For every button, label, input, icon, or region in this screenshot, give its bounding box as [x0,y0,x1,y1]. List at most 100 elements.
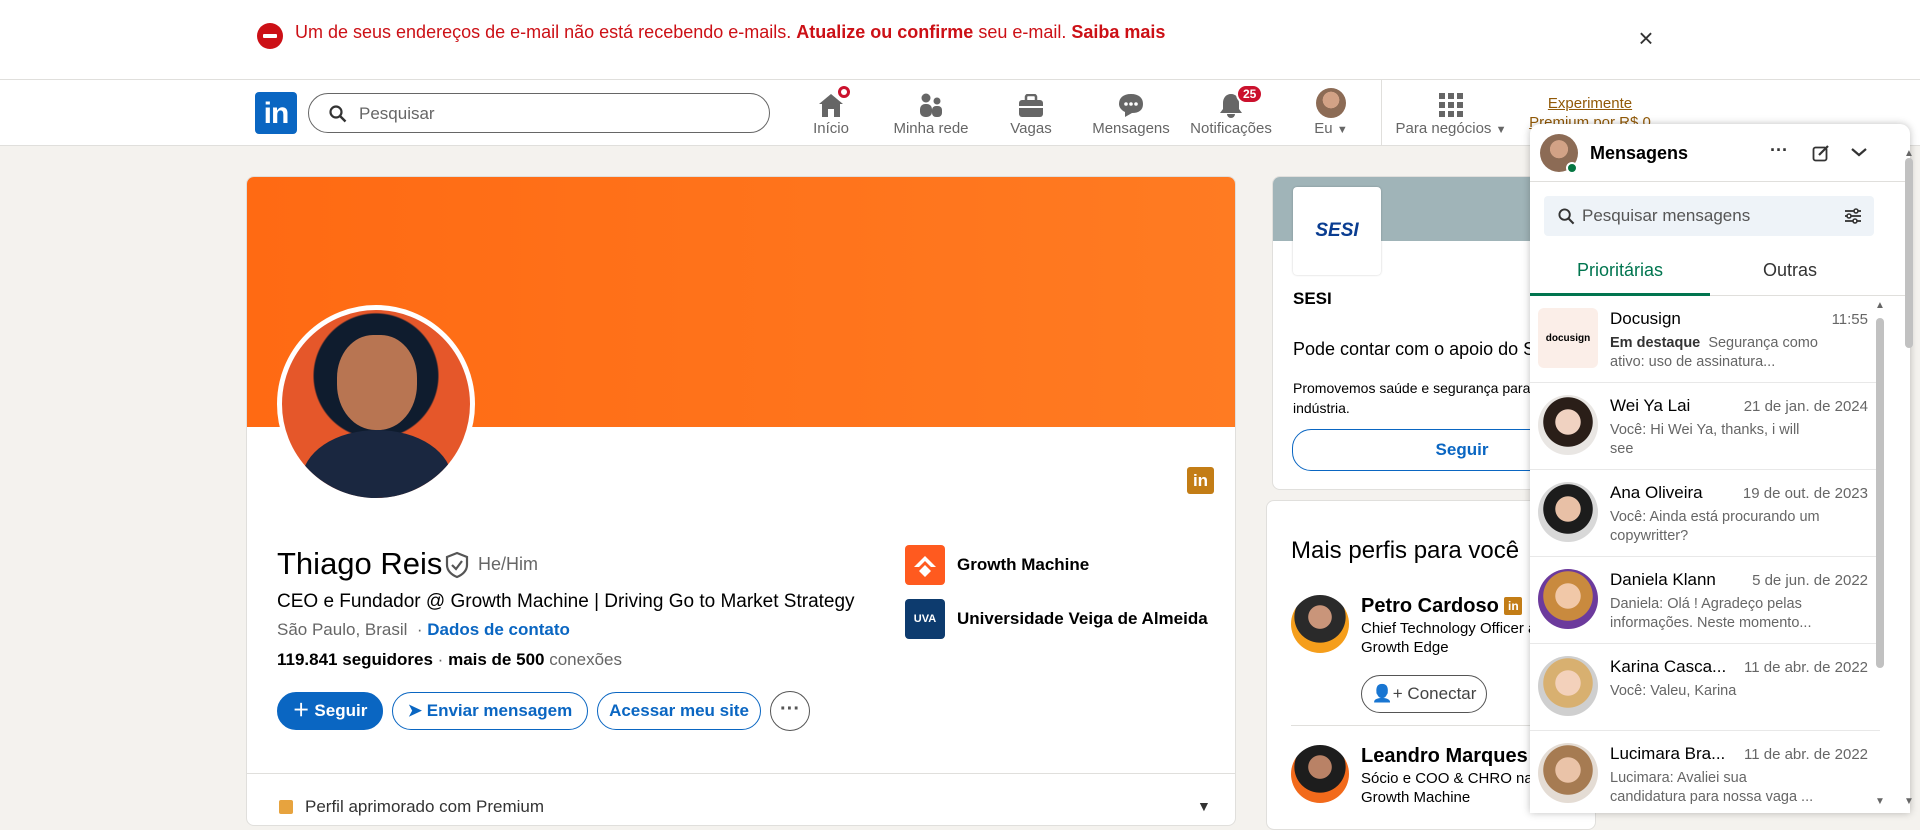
conversation-item[interactable]: Karina Casca... 11 de abr. de 2022 Você:… [1530,644,1880,731]
grid-icon [1439,93,1463,117]
profile-headline: CEO e Fundador @ Growth Machine | Drivin… [277,591,855,612]
connect-button[interactable]: 👤+ Conectar [1361,675,1487,713]
conversation-date: 11 de abr. de 2022 [1744,659,1868,676]
conversation-date: 21 de jan. de 2024 [1743,398,1868,415]
linkedin-premium-icon: in [1187,467,1214,494]
nav-me[interactable]: Eu ▼ [1286,88,1376,142]
online-status-dot [1566,162,1578,174]
search-input[interactable]: Pesquisar [308,93,770,133]
search-icon [329,105,347,123]
tab-other[interactable]: Outras [1700,260,1880,281]
nav-me-label: Eu ▼ [1314,120,1348,137]
profile-location: São Paulo, Brasil · Dados de contato [277,620,570,640]
more-profiles-title: Mais perfis para você [1291,537,1520,564]
messaging-title: Mensagens [1590,143,1689,163]
featured-tag: Em destaque [1610,335,1701,351]
conversation-name: Daniela Klann [1610,570,1716,589]
premium-profile-row[interactable]: Perfil aprimorado com Premium ▼ [247,773,1235,825]
conversation-preview: Daniela: Olá ! Agradeço pelas informaçõe… [1610,596,1812,631]
page-scroll-down-arrow[interactable]: ▼ [1904,796,1914,807]
ad-message: Pode contar com o apoio do SESI [1293,339,1565,359]
nav-divider [1381,80,1382,146]
chat-icon [1119,94,1143,117]
conversation-item[interactable]: Daniela Klann 5 de jun. de 2022 Daniela:… [1530,557,1880,644]
conversation-name: Karina Casca... [1610,657,1727,676]
search-icon [1558,208,1575,225]
conversation-item[interactable]: Wei Ya Lai 21 de jan. de 2024 Você: Hi W… [1530,383,1880,470]
home-notification-dot [836,84,852,100]
conversation-item[interactable]: docusign Docusign 11:55 Em destaque Segu… [1530,296,1880,383]
nav-messaging[interactable]: Mensagens [1086,88,1176,142]
more-actions-button[interactable]: ··· [770,691,810,731]
nav-jobs[interactable]: Vagas [986,88,1076,142]
alert-message-end: seu e-mail. [978,22,1067,42]
tab-focused[interactable]: Prioritárias [1530,260,1710,296]
scroll-up-arrow[interactable]: ▲ [1875,300,1885,311]
send-icon: ➤ [407,701,422,720]
premium-line-1: Experimente [1547,95,1633,112]
conversation-name: Docusign [1610,309,1681,328]
chevron-down-icon: ▼ [1197,798,1211,814]
connections-count[interactable]: mais de 500 [448,650,544,669]
update-email-link[interactable]: Atualize ou confirme [796,22,973,42]
alert-message: Um de seus endereços de e-mail não está … [295,22,792,42]
conversation-preview: Você: Ainda está procurando um copywritt… [1610,509,1820,544]
connections-label: conexões [549,650,622,669]
ad-description: Promovemos saúde e segurança para a indú… [1293,380,1543,416]
chevron-down-icon[interactable] [1850,146,1868,158]
plus-icon: ＋ [292,701,310,720]
company-name: Growth Machine [957,555,1090,574]
send-message-button[interactable]: ➤ Enviar mensagem [392,692,588,730]
page-scrollbar[interactable] [1905,158,1913,348]
conversation-preview: Você: Valeu, Karina [1610,683,1737,699]
conversation-item[interactable]: Ana Oliveira 19 de out. de 2023 Você: Ai… [1530,470,1880,557]
conversation-date: 11:55 [1831,311,1868,328]
nav-notifications[interactable]: 25 Notificações [1186,84,1276,142]
email-alert-banner: Um de seus endereços de e-mail não está … [0,0,1920,80]
nav-network[interactable]: Minha rede [886,88,976,142]
scroll-down-arrow[interactable]: ▼ [1875,796,1885,807]
alert-text: Um de seus endereços de e-mail não está … [295,22,1165,43]
conversation-date: 19 de out. de 2023 [1742,485,1868,502]
uva-logo: UVA [905,599,945,639]
nav-home[interactable]: Início [786,84,876,142]
premium-icon [279,800,293,814]
education[interactable]: UVA Universidade Veiga de Almeida [905,599,1208,639]
messaging-overlay: Mensagens ··· Pesquisar mensagens Priori… [1530,124,1910,813]
compose-icon[interactable] [1812,144,1830,162]
more-options-icon[interactable]: ··· [1770,140,1788,161]
avatar [1538,482,1598,542]
filter-icon[interactable] [1844,208,1862,224]
followers-count[interactable]: 119.841 seguidores [277,650,433,669]
premium-row-label: Perfil aprimorado com Premium [305,797,545,816]
sesi-logo[interactable]: SESI [1293,187,1381,275]
docusign-logo: docusign [1538,308,1598,368]
verified-shield-icon[interactable] [444,551,470,579]
chevron-down-icon: ▼ [1495,124,1507,136]
nav-business-label: Para negócios ▼ [1395,120,1507,137]
search-placeholder: Pesquisar [359,104,435,123]
nav-messaging-label: Mensagens [1092,120,1170,137]
conversation-date: 5 de jun. de 2022 [1752,572,1868,589]
people-icon [920,93,942,117]
profile-name: Leandro Marques [1361,745,1528,767]
linkedin-logo[interactable]: in [255,92,297,134]
nav-home-label: Início [813,120,849,137]
close-alert-button[interactable]: × [1632,24,1660,52]
nav-business[interactable]: Para negócios ▼ [1393,88,1509,142]
message-list-scrollbar[interactable] [1876,318,1884,668]
conversation-item[interactable]: Lucimara Bra... 11 de abr. de 2022 Lucim… [1530,731,1880,813]
profile-description: Sócio e COO & CHRO na Growth Machine [1361,770,1533,806]
messaging-tabs: Prioritárias Outras [1530,246,1910,296]
contact-info-link[interactable]: Dados de contato [427,620,570,639]
learn-more-link[interactable]: Saiba mais [1071,22,1165,42]
messaging-header[interactable]: Mensagens ··· [1530,124,1910,182]
page-scroll-up-arrow[interactable]: ▲ [1904,148,1914,159]
add-person-icon: 👤+ [1371,684,1403,703]
message-search-input[interactable]: Pesquisar mensagens [1544,196,1874,236]
profile-photo[interactable] [277,305,475,503]
visit-site-button[interactable]: Acessar meu site [597,692,761,730]
follow-button[interactable]: ＋ Seguir [277,692,383,730]
current-company[interactable]: Growth Machine [905,545,1089,585]
avatar [1538,569,1598,629]
